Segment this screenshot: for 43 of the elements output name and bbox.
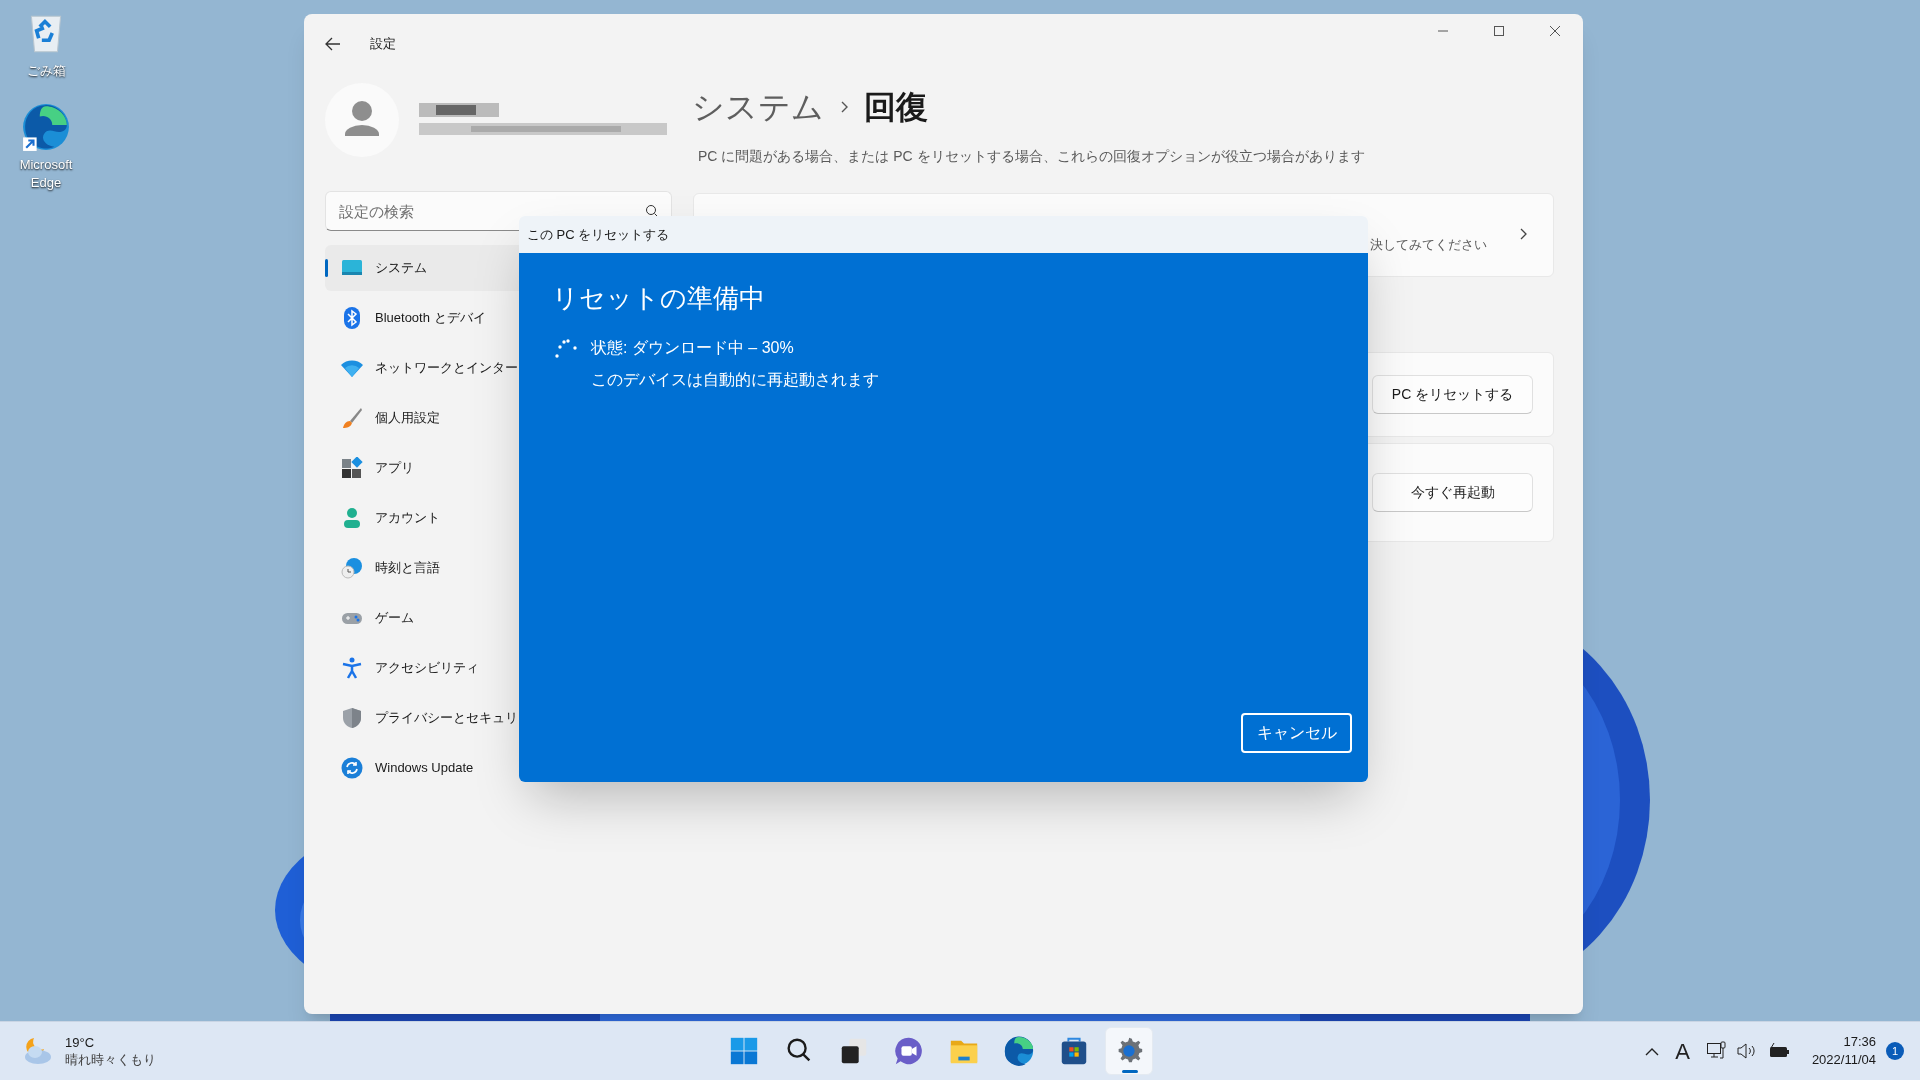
- spinner-icon: [554, 338, 578, 358]
- restart-note: このデバイスは自動的に再起動されます: [591, 370, 880, 390]
- battery-icon[interactable]: [1767, 1042, 1792, 1060]
- globe-clock-icon: [341, 557, 363, 579]
- page-title: 回復: [864, 88, 928, 127]
- status-text: 状態: ダウンロード中 – 30%: [591, 338, 794, 358]
- ime-indicator[interactable]: A: [1675, 1034, 1690, 1068]
- search-icon: [645, 204, 659, 218]
- temperature: 19°C: [65, 1034, 96, 1051]
- weather-condition: 晴れ時々くもり: [65, 1051, 156, 1068]
- edge-icon: [1003, 1035, 1035, 1067]
- clock-time[interactable]: 17:36: [1843, 1033, 1876, 1051]
- breadcrumb-link[interactable]: システム: [692, 83, 824, 131]
- cancel-button[interactable]: キャンセル: [1241, 713, 1352, 753]
- shield-icon: [341, 707, 363, 729]
- back-icon[interactable]: [324, 35, 342, 53]
- sidebar-item[interactable]: アプリ: [325, 445, 672, 491]
- card-button[interactable]: PC をリセットする: [1372, 375, 1533, 414]
- sidebar-item[interactable]: 時刻と言語: [325, 545, 672, 591]
- clock-date[interactable]: 2022/11/04: [1811, 1051, 1876, 1069]
- sidebar-item[interactable]: ゲーム: [325, 595, 672, 641]
- accessibility-icon: [341, 657, 363, 679]
- bluetooth-icon: [341, 307, 363, 329]
- window-title: 設定: [370, 35, 396, 54]
- sidebar-item[interactable]: 個人用設定: [325, 395, 672, 441]
- page-description: PC に問題がある場合、または PC をリセットする場合、これらの回復オプションが役立つ場合があります: [698, 147, 1366, 166]
- person-icon: [341, 507, 363, 529]
- sidebar-item[interactable]: アクセシビリティ: [325, 645, 672, 691]
- card-description: 決してみてください: [1370, 236, 1487, 255]
- network-icon[interactable]: [1705, 1041, 1728, 1061]
- apps-icon: [341, 457, 363, 479]
- edge-icon[interactable]: [21, 102, 71, 152]
- brush-icon: [341, 407, 363, 429]
- card-button[interactable]: 今すぐ再起動: [1372, 473, 1533, 512]
- volume-icon[interactable]: [1735, 1042, 1758, 1060]
- notification-badge[interactable]: 1: [1886, 1042, 1904, 1060]
- sidebar-item[interactable]: アカウント: [325, 495, 672, 541]
- chat-icon: [893, 1035, 925, 1067]
- sidebar-item[interactable]: プライバシーとセキュリ: [325, 695, 672, 741]
- avatar-icon: [325, 83, 399, 157]
- windows-icon: [728, 1035, 760, 1067]
- sidebar-item[interactable]: Windows Update: [325, 745, 672, 791]
- sync-icon: [341, 757, 363, 779]
